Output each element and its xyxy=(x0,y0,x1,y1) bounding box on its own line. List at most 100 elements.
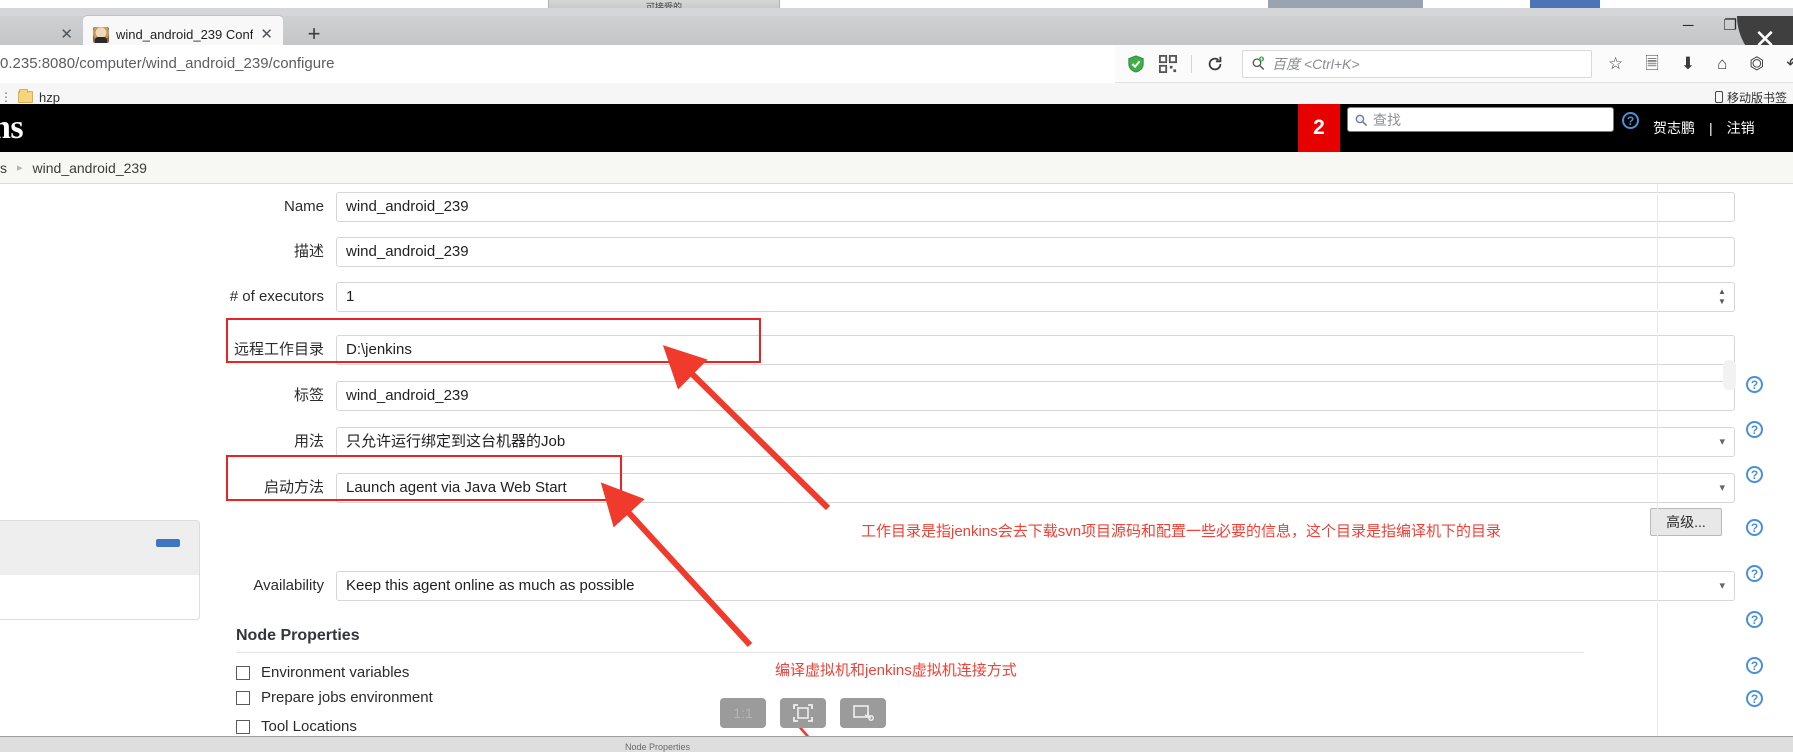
jenkins-search-input[interactable]: 查找 xyxy=(1347,107,1614,132)
fullscreen-capture-button[interactable] xyxy=(780,698,826,728)
bookmark-label: hzp xyxy=(39,89,60,105)
reading-list-icon[interactable]: 🗏 xyxy=(1645,55,1659,72)
notification-badge[interactable]: 2 xyxy=(1298,104,1340,152)
bookmark-item-hzp[interactable]: hzp xyxy=(12,89,60,105)
advanced-button[interactable]: 高级... xyxy=(1650,508,1722,536)
left-panel-progress-bar xyxy=(156,539,180,547)
availability-select[interactable]: Keep this agent online as much as possib… xyxy=(336,571,1735,601)
chevron-down-icon: ▾ xyxy=(1719,580,1725,592)
screenshot-toolbar: 1:1 xyxy=(720,698,886,728)
annotation-text-connection-method: 编译虚拟机和jenkins虚拟机连接方式 xyxy=(775,662,1017,679)
help-icon[interactable]: ? xyxy=(1622,112,1639,129)
number-stepper[interactable]: ▲ ▼ xyxy=(1716,288,1728,306)
executors-input[interactable]: 1 xyxy=(336,282,1735,312)
reload-icon[interactable] xyxy=(1206,55,1224,73)
page-right-edge xyxy=(1657,184,1658,752)
availability-select-value: Keep this agent online as much as possib… xyxy=(346,577,635,594)
checkbox-label: Prepare jobs environment xyxy=(261,689,433,706)
save-crop-icon xyxy=(853,705,874,721)
minimize-button[interactable]: ─ xyxy=(1683,18,1694,33)
baidu-search-icon xyxy=(1252,56,1265,71)
form-row-labels: 标签 wind_android_239 xyxy=(0,381,1793,411)
actual-size-button[interactable]: 1:1 xyxy=(720,698,766,728)
field-label: 描述 xyxy=(293,243,324,260)
mobile-bookmarks-button[interactable]: 移动版书签 xyxy=(1714,89,1787,106)
jenkins-search-placeholder: 查找 xyxy=(1373,111,1401,128)
field-label: 标签 xyxy=(293,387,324,404)
checkbox-prepare-jobs-environment[interactable]: Prepare jobs environment xyxy=(236,689,433,706)
labels-input[interactable]: wind_android_239 xyxy=(336,381,1735,411)
checkbox-input[interactable] xyxy=(236,690,250,705)
help-icon[interactable]: ? xyxy=(1746,657,1763,674)
home-icon[interactable]: ⌂ xyxy=(1717,55,1727,72)
bookmarks-overflow-icon[interactable]: ⋮ xyxy=(0,90,12,104)
user-menu: 贺志鹏 | 注销 xyxy=(1653,118,1755,138)
jenkins-logo[interactable]: ns xyxy=(0,109,24,147)
fullscreen-icon xyxy=(793,704,813,722)
undo-icon[interactable]: ↶ xyxy=(1786,55,1793,72)
help-icon[interactable]: ? xyxy=(1746,690,1763,707)
checkbox-tool-locations[interactable]: Tool Locations xyxy=(236,718,357,735)
field-control: wind_android_239 xyxy=(336,381,1735,411)
screenshot-tool-strip xyxy=(0,736,1793,752)
breadcrumb-item-node[interactable]: wind_android_239 xyxy=(33,160,147,176)
highlight-box-remote-root-dir xyxy=(226,318,761,363)
field-label: 用法 xyxy=(293,433,324,450)
checkbox-environment-variables[interactable]: Environment variables xyxy=(236,664,409,681)
form-row-usage: 用法 只允许运行绑定到这台机器的Job ▾ xyxy=(0,427,1793,457)
help-icon[interactable]: ? xyxy=(1746,611,1763,628)
usage-select[interactable]: 只允许运行绑定到这台机器的Job ▾ xyxy=(336,427,1735,457)
window-controls: ─ ❐ xyxy=(1683,18,1737,33)
checkbox-input[interactable] xyxy=(236,719,250,734)
checkbox-label: Environment variables xyxy=(261,664,410,681)
left-floating-panel xyxy=(0,520,200,575)
address-bar-icons xyxy=(1115,54,1236,73)
browser-search-placeholder: 百度 <Ctrl+K> xyxy=(1272,55,1360,72)
qrcode-icon[interactable] xyxy=(1159,54,1177,73)
browser-toolbar: 0.235:8080/computer/wind_android_239/con… xyxy=(0,44,1793,83)
divider xyxy=(236,652,1584,653)
name-input[interactable]: wind_android_239 xyxy=(336,192,1735,222)
browser-toolbar-icons: ☆ 🗏 ⬇ ⌂ ⏣ ↶ ▼ Aa xyxy=(1608,55,1793,72)
help-icon[interactable]: ? xyxy=(1746,519,1763,536)
breadcrumb-item-root[interactable]: s xyxy=(0,160,7,176)
search-icon xyxy=(1355,114,1368,126)
user-name-link[interactable]: 贺志鹏 xyxy=(1653,118,1695,138)
browser-search-box[interactable]: 百度 <Ctrl+K> xyxy=(1242,49,1592,78)
form-row-executors: # of executors 1 ▲ ▼ xyxy=(0,282,1793,312)
description-input[interactable]: wind_android_239 xyxy=(336,237,1735,267)
close-icon[interactable]: ✕ xyxy=(260,27,273,42)
background-window-accent xyxy=(1530,0,1600,8)
checkbox-label: Tool Locations xyxy=(261,718,357,735)
annotation-text-work-directory: 工作目录是指jenkins会去下载svn项目源码和配置一些必要的信息，这个目录是… xyxy=(861,523,1502,540)
close-icon[interactable]: ✕ xyxy=(60,27,73,42)
save-capture-button[interactable] xyxy=(840,698,886,728)
maximize-button[interactable]: ❐ xyxy=(1724,18,1737,33)
chevron-down-icon: ▾ xyxy=(1719,482,1725,494)
star-icon[interactable]: ☆ xyxy=(1608,55,1623,72)
folder-icon xyxy=(18,89,33,103)
address-bar[interactable]: 0.235:8080/computer/wind_android_239/con… xyxy=(0,44,1115,83)
scrollbar-thumb[interactable] xyxy=(1723,360,1736,390)
screenshot-icon[interactable]: ⏣ xyxy=(1749,55,1764,72)
field-control: 只允许运行绑定到这台机器的Job ▾ xyxy=(336,427,1735,457)
form-row-description: 描述 wind_android_239 xyxy=(0,237,1793,267)
separator: | xyxy=(1709,120,1713,136)
chevron-right-icon: ▸ xyxy=(17,162,23,174)
shield-icon[interactable] xyxy=(1127,54,1145,73)
logout-link[interactable]: 注销 xyxy=(1727,118,1755,138)
mobile-bookmarks-label: 移动版书签 xyxy=(1726,90,1787,105)
form-row-availability: Availability Keep this agent online as m… xyxy=(0,571,1793,601)
breadcrumb: s ▸ wind_android_239 xyxy=(0,152,1793,184)
node-properties-title: Node Properties xyxy=(236,627,360,644)
browser-tab-label: wind_android_239 Configu xyxy=(116,27,254,42)
download-icon[interactable]: ⬇ xyxy=(1681,55,1695,72)
checkbox-input[interactable] xyxy=(236,665,250,680)
field-control: wind_android_239 xyxy=(336,237,1735,267)
chevron-down-icon: ▾ xyxy=(1719,436,1725,448)
field-control: wind_android_239 xyxy=(336,192,1735,222)
highlight-box-launch-method xyxy=(226,455,622,501)
address-bar-url: 0.235:8080/computer/wind_android_239/con… xyxy=(0,55,335,72)
favicon-icon xyxy=(93,26,109,43)
screenshot-root: 可接受的 g - 禅道 ✕ wind_android_239 Configu ✕… xyxy=(0,0,1793,752)
